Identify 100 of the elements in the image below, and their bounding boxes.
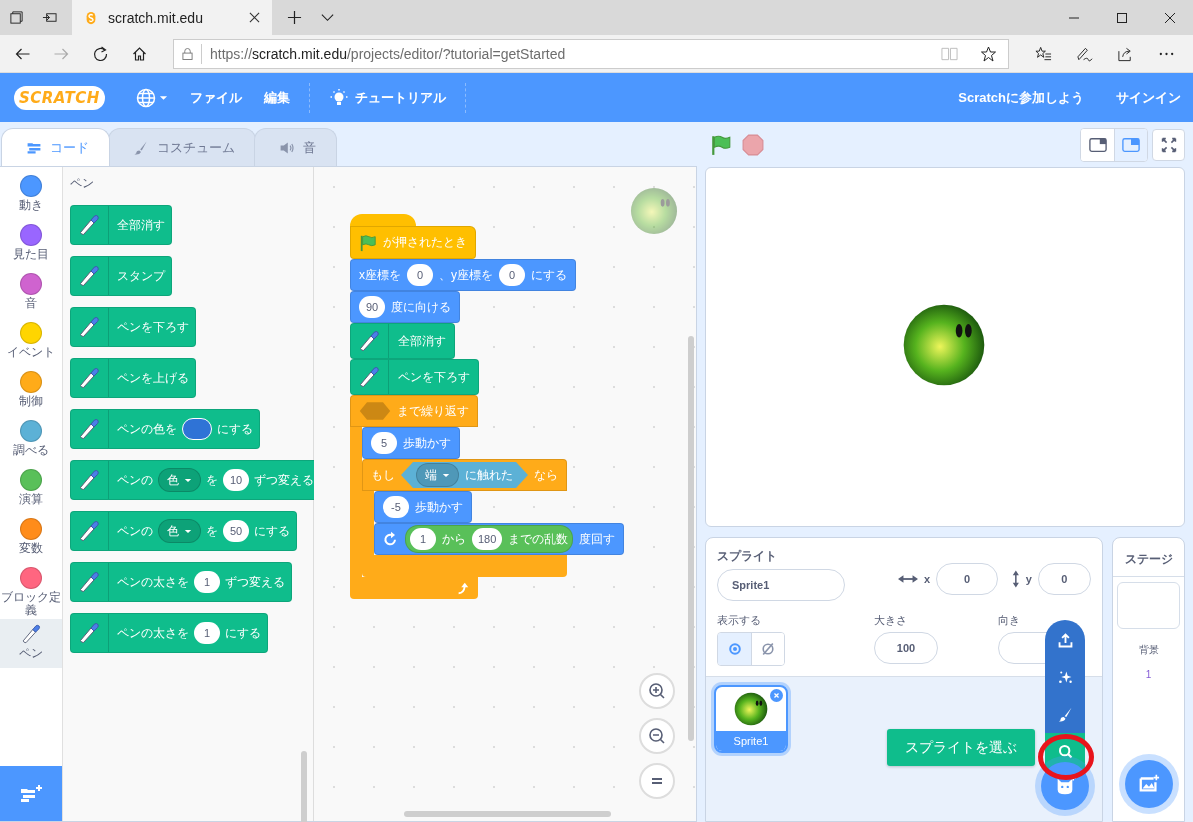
zoom-out-icon — [647, 726, 667, 746]
category-button[interactable]: 動き — [0, 171, 62, 220]
code-block[interactable]: 5 歩動かす — [362, 427, 460, 459]
code-block[interactable]: ペンの 色 を 50 にする — [70, 511, 297, 551]
block-text: なら — [534, 466, 558, 484]
category-button[interactable]: 変数 — [0, 514, 62, 563]
category-button[interactable]: 演算 — [0, 465, 62, 514]
zoom-in-icon — [647, 681, 667, 701]
number-input[interactable]: 5 — [371, 432, 397, 454]
block-text: スタンプ — [117, 268, 165, 284]
pen-icon — [77, 621, 101, 645]
loop-arrow-icon — [456, 581, 470, 595]
turn-icon — [383, 531, 399, 547]
horizontal-arrow-icon — [897, 574, 918, 584]
sparkle-icon — [1056, 669, 1074, 686]
pen-icon[interactable] — [1076, 45, 1093, 62]
scrollbar[interactable] — [688, 336, 694, 741]
number-input[interactable]: 0 — [499, 264, 525, 286]
close-icon[interactable] — [249, 12, 260, 23]
block-text: にする — [217, 421, 253, 437]
code-block[interactable]: x座標を 0 、y座標を 0 にする — [350, 259, 576, 291]
choose-backdrop-button[interactable] — [1124, 760, 1173, 808]
zoom-out-button[interactable] — [639, 718, 675, 754]
backdrop-label: 背景 — [1138, 643, 1159, 657]
number-input[interactable]: 1 — [194, 622, 220, 644]
number-input[interactable]: 1 — [194, 571, 220, 593]
number-input[interactable]: 50 — [223, 520, 249, 542]
globe-icon — [135, 87, 156, 108]
reporter-block[interactable]: 1 から 180 までの乱数 — [405, 525, 574, 553]
hexagon-slot — [359, 401, 391, 421]
number-input[interactable]: 180 — [472, 528, 503, 550]
category-button[interactable]: イベント — [0, 318, 62, 367]
number-input[interactable]: -5 — [383, 496, 409, 518]
size-label: 大きさ — [874, 613, 908, 628]
scrollbar[interactable] — [404, 811, 611, 817]
fullscreen-button[interactable] — [1152, 128, 1185, 161]
hidden-eye-icon — [760, 641, 776, 657]
category-button[interactable]: 音 — [0, 269, 62, 318]
block-text: もし — [371, 466, 395, 484]
share-icon[interactable] — [1117, 45, 1134, 62]
tabs-icon[interactable] — [9, 10, 24, 25]
refresh-icon[interactable] — [92, 45, 109, 62]
category-button[interactable]: ペン — [0, 619, 62, 668]
block-text: を — [206, 523, 218, 539]
block-text: が押されたとき — [383, 234, 467, 251]
caret-icon — [442, 472, 450, 478]
category-button[interactable]: ブロック定義 — [0, 563, 62, 619]
code-block[interactable]: ペンの太さを 1 ずつ変える — [70, 562, 292, 602]
direction-label: 向き — [998, 613, 1020, 628]
category-button[interactable]: 制御 — [0, 367, 62, 416]
new-tab-icon[interactable] — [287, 10, 302, 25]
backdrop-count: 1 — [1145, 669, 1152, 680]
set-aside-icon[interactable] — [42, 10, 57, 25]
hide-button[interactable] — [751, 633, 784, 665]
reset-zoom-button[interactable] — [639, 763, 675, 799]
number-input[interactable]: 10 — [223, 469, 249, 491]
star-icon[interactable] — [980, 45, 997, 62]
lock-icon — [182, 46, 193, 61]
number-input[interactable]: 90 — [359, 296, 385, 318]
pen-icon — [20, 623, 42, 645]
code-block[interactable]: ペンの太さを 1 にする — [70, 613, 268, 653]
category-button[interactable]: 見た目 — [0, 220, 62, 269]
favorites-icon[interactable] — [1035, 45, 1052, 62]
close-icon[interactable] — [1164, 11, 1176, 24]
address-field[interactable]: https://scratch.mit.edu/projects/editor/?tutorial=getStarted — [173, 38, 1009, 69]
number-input[interactable]: 0 — [407, 264, 433, 286]
flag-icon — [359, 233, 377, 252]
home-icon[interactable] — [131, 45, 148, 62]
show-label: 表示する — [717, 613, 762, 628]
maximize-icon[interactable] — [1116, 11, 1128, 24]
color-swatch[interactable] — [182, 418, 212, 440]
block-text: 度回す — [579, 530, 616, 548]
block-text: ペンを上げる — [117, 370, 189, 386]
pen-icon — [77, 417, 101, 441]
code-block[interactable]: 90 度に向ける — [350, 291, 460, 323]
caret-icon — [184, 477, 192, 483]
y-label: y — [1025, 573, 1032, 585]
backdrop-thumbnail[interactable] — [1117, 582, 1180, 629]
pen-icon — [77, 519, 101, 543]
category-button[interactable]: 調べる — [0, 416, 62, 465]
image-icon — [1137, 773, 1160, 795]
block-text: x座標を — [359, 266, 401, 284]
delete-icon[interactable] — [770, 689, 783, 702]
zoom-in-button[interactable] — [639, 673, 675, 709]
stage[interactable] — [705, 167, 1185, 527]
scrollbar[interactable] — [301, 751, 307, 822]
small-stage-icon — [1088, 136, 1107, 153]
block-text: にする — [531, 266, 567, 284]
show-button[interactable] — [718, 633, 751, 665]
add-extension-button[interactable] — [0, 766, 62, 821]
code-block[interactable]: -5 歩動かす — [374, 491, 472, 523]
block-text: 度に向ける — [391, 298, 451, 316]
x-label: x — [923, 573, 930, 585]
code-block[interactable]: 1 から 180 までの乱数 度回す — [374, 523, 625, 555]
search-icon — [1056, 743, 1074, 760]
number-input[interactable]: 1 — [410, 528, 436, 550]
sprite-icon — [630, 187, 678, 235]
browser-tab[interactable]: scratch.mit.edu — [72, 0, 272, 35]
block-text: ずつ変える — [225, 574, 285, 590]
large-stage-icon — [1122, 136, 1140, 153]
